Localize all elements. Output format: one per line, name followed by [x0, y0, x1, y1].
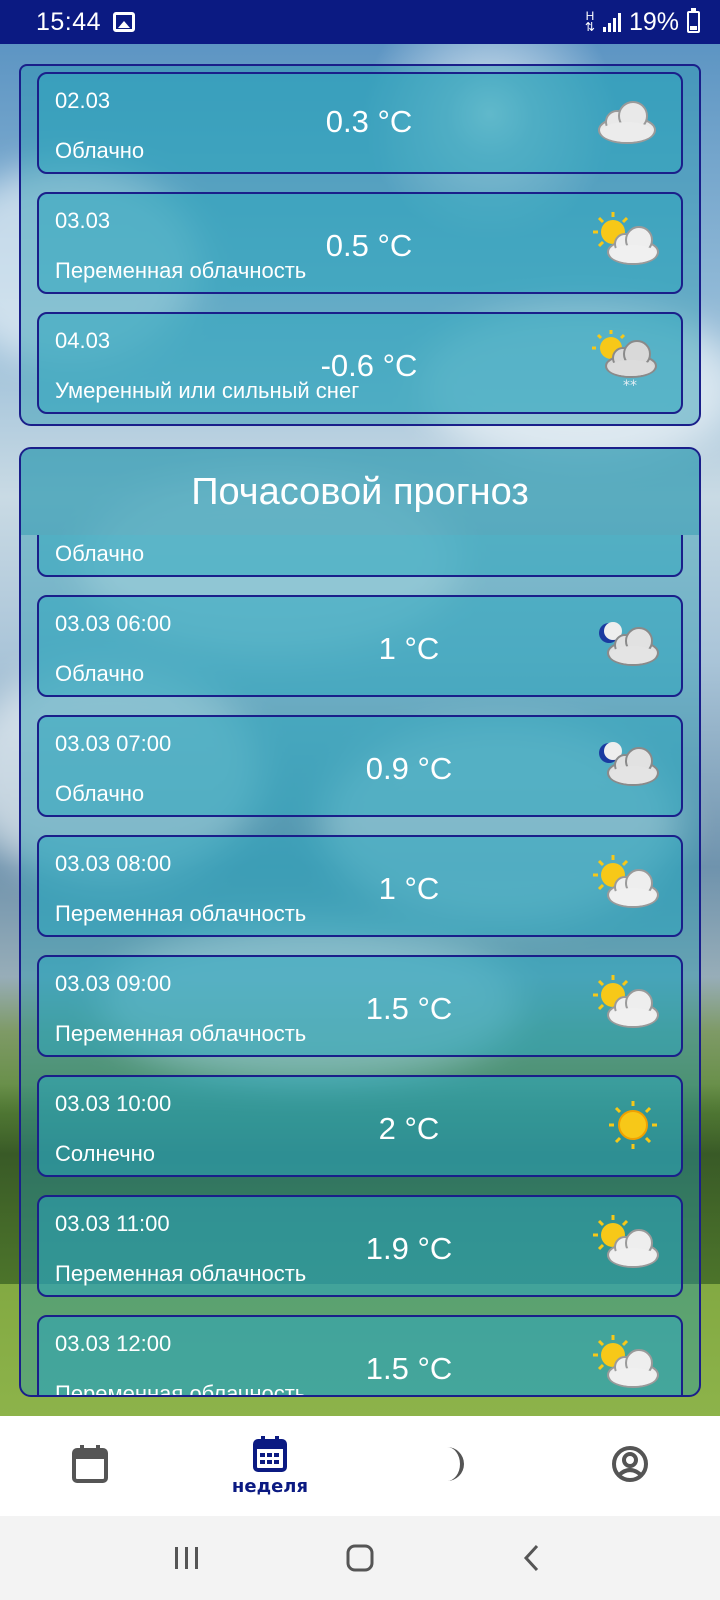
- card-description: Переменная облачность: [55, 1021, 307, 1046]
- hourly-title: Почасовой прогноз: [21, 449, 699, 535]
- card-description: Переменная облачность: [55, 1261, 307, 1286]
- card-description: Облачно: [55, 661, 145, 686]
- hourly-card[interactable]: 03.03 11:00 1.9 °C Переменная облачность: [37, 1195, 683, 1297]
- moon-icon: [447, 1447, 464, 1481]
- card-temperature: 1.5 °C: [365, 1351, 453, 1386]
- card-description: Переменная облачность: [55, 901, 307, 926]
- partly-cloudy-icon: [593, 855, 659, 908]
- calendar-icon: [72, 1445, 108, 1483]
- card-temperature: 2 °C: [378, 1111, 440, 1146]
- calendar-week-icon: [253, 1435, 287, 1472]
- cloud-icon: [598, 101, 656, 144]
- card-description: Облачно: [55, 541, 145, 566]
- card-description: Умеренный или сильный снег: [55, 378, 360, 403]
- nav-week-label: неделя: [231, 1475, 309, 1497]
- card-date: 03.03 09:00: [55, 971, 172, 996]
- daily-card[interactable]: 02.03 0.3 °C Облачно: [37, 72, 683, 174]
- hourly-card[interactable]: Облачно: [37, 535, 683, 577]
- hourly-list[interactable]: Облачно 03.03 06:00 1 °C Облачно 03.03 0…: [21, 535, 699, 1395]
- card-temperature: 0.3 °C: [325, 104, 413, 139]
- image-notification-icon: [113, 12, 136, 32]
- card-temperature: 0.9 °C: [365, 751, 453, 786]
- battery-icon: [687, 8, 700, 33]
- hourly-card[interactable]: 03.03 10:00 2 °C Солнечно: [37, 1075, 683, 1177]
- partly-cloudy-icon: [593, 975, 659, 1028]
- card-description: Переменная облачность: [55, 258, 307, 283]
- signal-icon: [602, 12, 621, 32]
- nav-day[interactable]: [0, 1416, 180, 1516]
- hourly-card[interactable]: 03.03 06:00 1 °C Облачно: [37, 595, 683, 697]
- nav-moon[interactable]: [360, 1416, 540, 1516]
- network-type-icon: H ⇅: [584, 9, 595, 34]
- hourly-card[interactable]: 03.03 08:00 1 °C Переменная облачность: [37, 835, 683, 937]
- nav-account[interactable]: [540, 1416, 720, 1516]
- card-date: 03.03 11:00: [55, 1211, 170, 1236]
- partly-cloudy-icon: [593, 212, 659, 265]
- account-icon: [612, 1446, 648, 1482]
- card-temperature: 1.9 °C: [365, 1231, 453, 1266]
- card-description: Облачно: [55, 138, 145, 163]
- hourly-forecast-panel: Почасовой прогноз Облачно 03.03 06:00 1 …: [19, 447, 701, 1397]
- card-date: 04.03: [55, 328, 111, 353]
- hourly-card[interactable]: 03.03 07:00 0.9 °C Облачно: [37, 715, 683, 817]
- daily-card[interactable]: 03.03 0.5 °C Переменная облачность: [37, 192, 683, 294]
- daily-card[interactable]: 04.03 -0.6 °C Умеренный или сильный снег…: [37, 312, 683, 414]
- card-temperature: 1 °C: [378, 631, 440, 666]
- card-date: 03.03 06:00: [55, 611, 172, 636]
- svg-text:**: **: [623, 378, 637, 392]
- card-date: 03.03 08:00: [55, 851, 172, 876]
- snow-cloud-icon: **: [592, 330, 657, 392]
- night-cloud-icon: [599, 742, 659, 786]
- partly-cloudy-icon: [593, 1215, 659, 1268]
- card-date: 02.03: [55, 88, 111, 113]
- recent-apps-icon[interactable]: [172, 1544, 202, 1572]
- back-icon[interactable]: [518, 1543, 548, 1573]
- battery-percent: 19%: [628, 7, 679, 36]
- card-date: 03.03 12:00: [55, 1331, 172, 1356]
- card-description: Облачно: [55, 781, 145, 806]
- card-description: Переменная облачность: [55, 1381, 307, 1395]
- card-temperature: 1 °C: [378, 871, 440, 906]
- card-description: Солнечно: [55, 1141, 155, 1166]
- nav-week[interactable]: неделя: [180, 1416, 360, 1516]
- hourly-card[interactable]: 03.03 12:00 1.5 °C Переменная облачность: [37, 1315, 683, 1395]
- daily-forecast-panel[interactable]: 02.03 0.3 °C Облачно 03.03 0.5 °C Переме…: [19, 64, 701, 426]
- night-cloud-icon: [599, 622, 659, 666]
- card-date: 03.03 10:00: [55, 1091, 172, 1116]
- status-time: 15:44: [36, 7, 102, 36]
- sun-icon: [609, 1101, 657, 1149]
- card-date: 03.03 07:00: [55, 731, 172, 756]
- partly-cloudy-icon: [593, 1335, 659, 1388]
- card-date: 03.03: [55, 208, 111, 233]
- status-bar: 15:44 H ⇅ 19%: [0, 0, 720, 44]
- system-navigation-bar: [0, 1516, 720, 1600]
- card-temperature: 1.5 °C: [365, 991, 453, 1026]
- hourly-card[interactable]: 03.03 09:00 1.5 °C Переменная облачность: [37, 955, 683, 1057]
- bottom-navigation: неделя: [0, 1416, 720, 1516]
- home-icon[interactable]: [345, 1543, 375, 1573]
